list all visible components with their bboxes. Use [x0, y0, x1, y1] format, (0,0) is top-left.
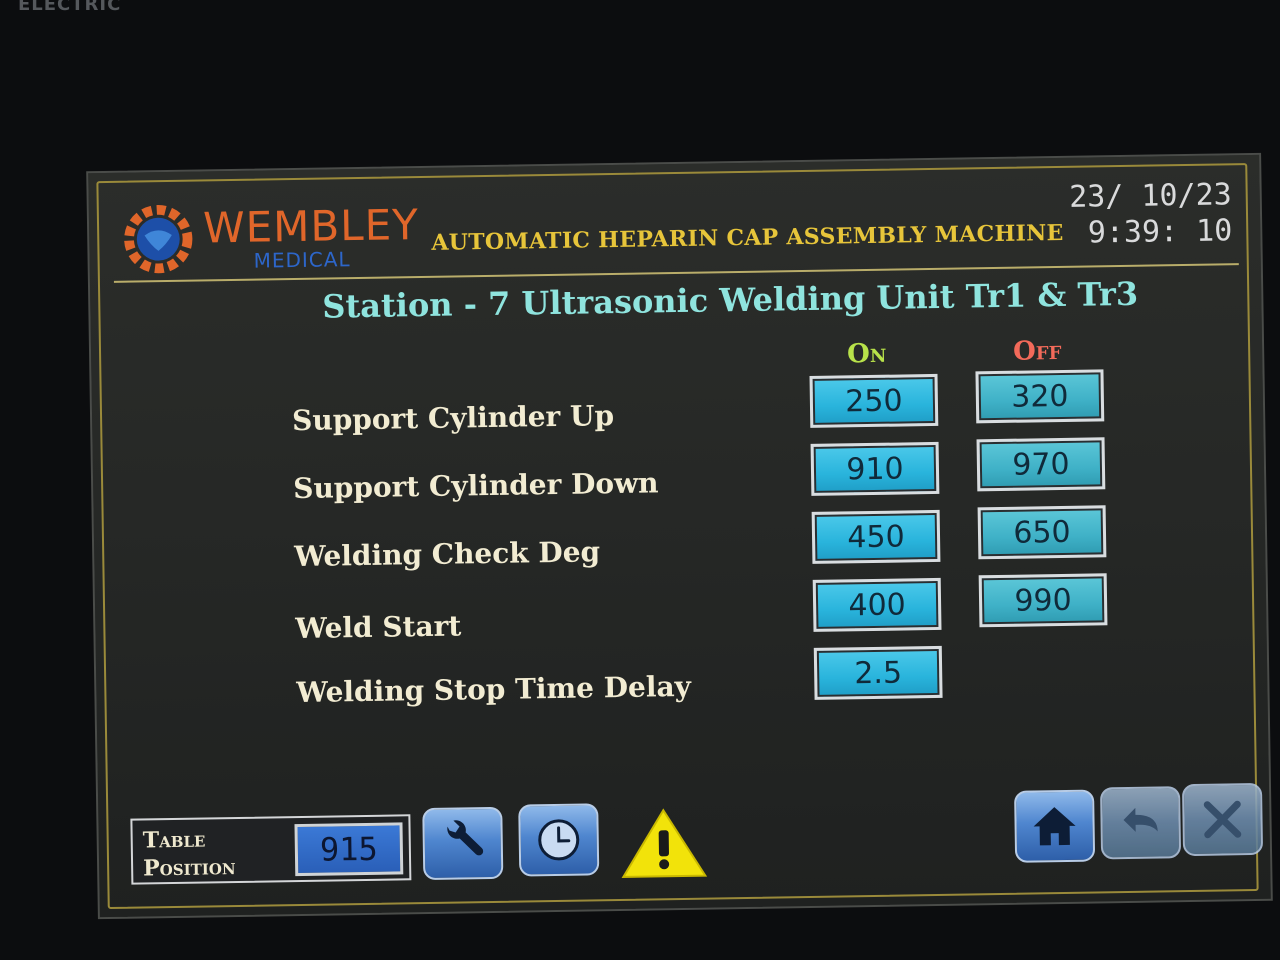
timer-button[interactable]: [518, 803, 600, 877]
off-value-welding-check-deg[interactable]: 650: [977, 505, 1107, 560]
row-label-support-cylinder-up: Support Cylinder Up: [291, 399, 615, 438]
on-value-support-cylinder-down[interactable]: 910: [810, 441, 940, 496]
bezel-brand: ELECTRIC: [18, 0, 122, 15]
clock-icon: [538, 819, 580, 861]
off-value-weld-start[interactable]: 990: [978, 573, 1108, 628]
home-button[interactable]: [1014, 789, 1096, 863]
table-position-panel: Table Position 915: [130, 814, 412, 885]
date-display: 23/ 10/23: [1068, 177, 1232, 215]
time-display: 9:39: 10: [1087, 213, 1233, 251]
on-value-welding-check-deg[interactable]: 450: [811, 509, 941, 564]
wrench-icon: [447, 820, 484, 856]
logo-wordmark: WEMBLEY: [202, 200, 420, 253]
table-position-value: 915: [294, 822, 404, 877]
on-value-support-cylinder-up[interactable]: 250: [809, 373, 939, 428]
close-button[interactable]: [1181, 782, 1264, 857]
row-label-welding-stop-time-delay: Welding Stop Time Delay: [296, 669, 692, 710]
row-label-support-cylinder-down: Support Cylinder Down: [292, 466, 659, 506]
table-position-label: Table Position: [142, 826, 236, 882]
company-logo: WEMBLEY MEDICAL: [119, 196, 440, 281]
off-value-support-cylinder-up[interactable]: 320: [975, 369, 1105, 424]
column-header-off: Off: [1012, 335, 1062, 367]
back-icon: [1123, 807, 1158, 832]
datetime-display: 23/ 10/23 9:39: 10: [1069, 177, 1233, 252]
hmi-screen: WEMBLEY MEDICAL AUTOMATIC HEPARIN CAP AS…: [86, 152, 1273, 920]
off-value-support-cylinder-down[interactable]: 970: [976, 437, 1106, 492]
on-value-welding-stop-time-delay[interactable]: 2.5: [813, 645, 943, 700]
row-label-welding-check-deg: Welding Check Deg: [294, 535, 601, 574]
row-label-weld-start: Weld Start: [295, 609, 462, 646]
logo-subtitle: MEDICAL: [253, 247, 351, 273]
maintenance-button[interactable]: [422, 806, 504, 881]
column-header-on: On: [846, 338, 887, 370]
warning-icon[interactable]: [618, 806, 709, 881]
back-button[interactable]: [1100, 786, 1182, 860]
close-icon: [1203, 800, 1242, 839]
gear-globe-icon: [124, 205, 193, 274]
home-icon: [1033, 807, 1076, 846]
on-value-weld-start[interactable]: 400: [812, 577, 942, 632]
